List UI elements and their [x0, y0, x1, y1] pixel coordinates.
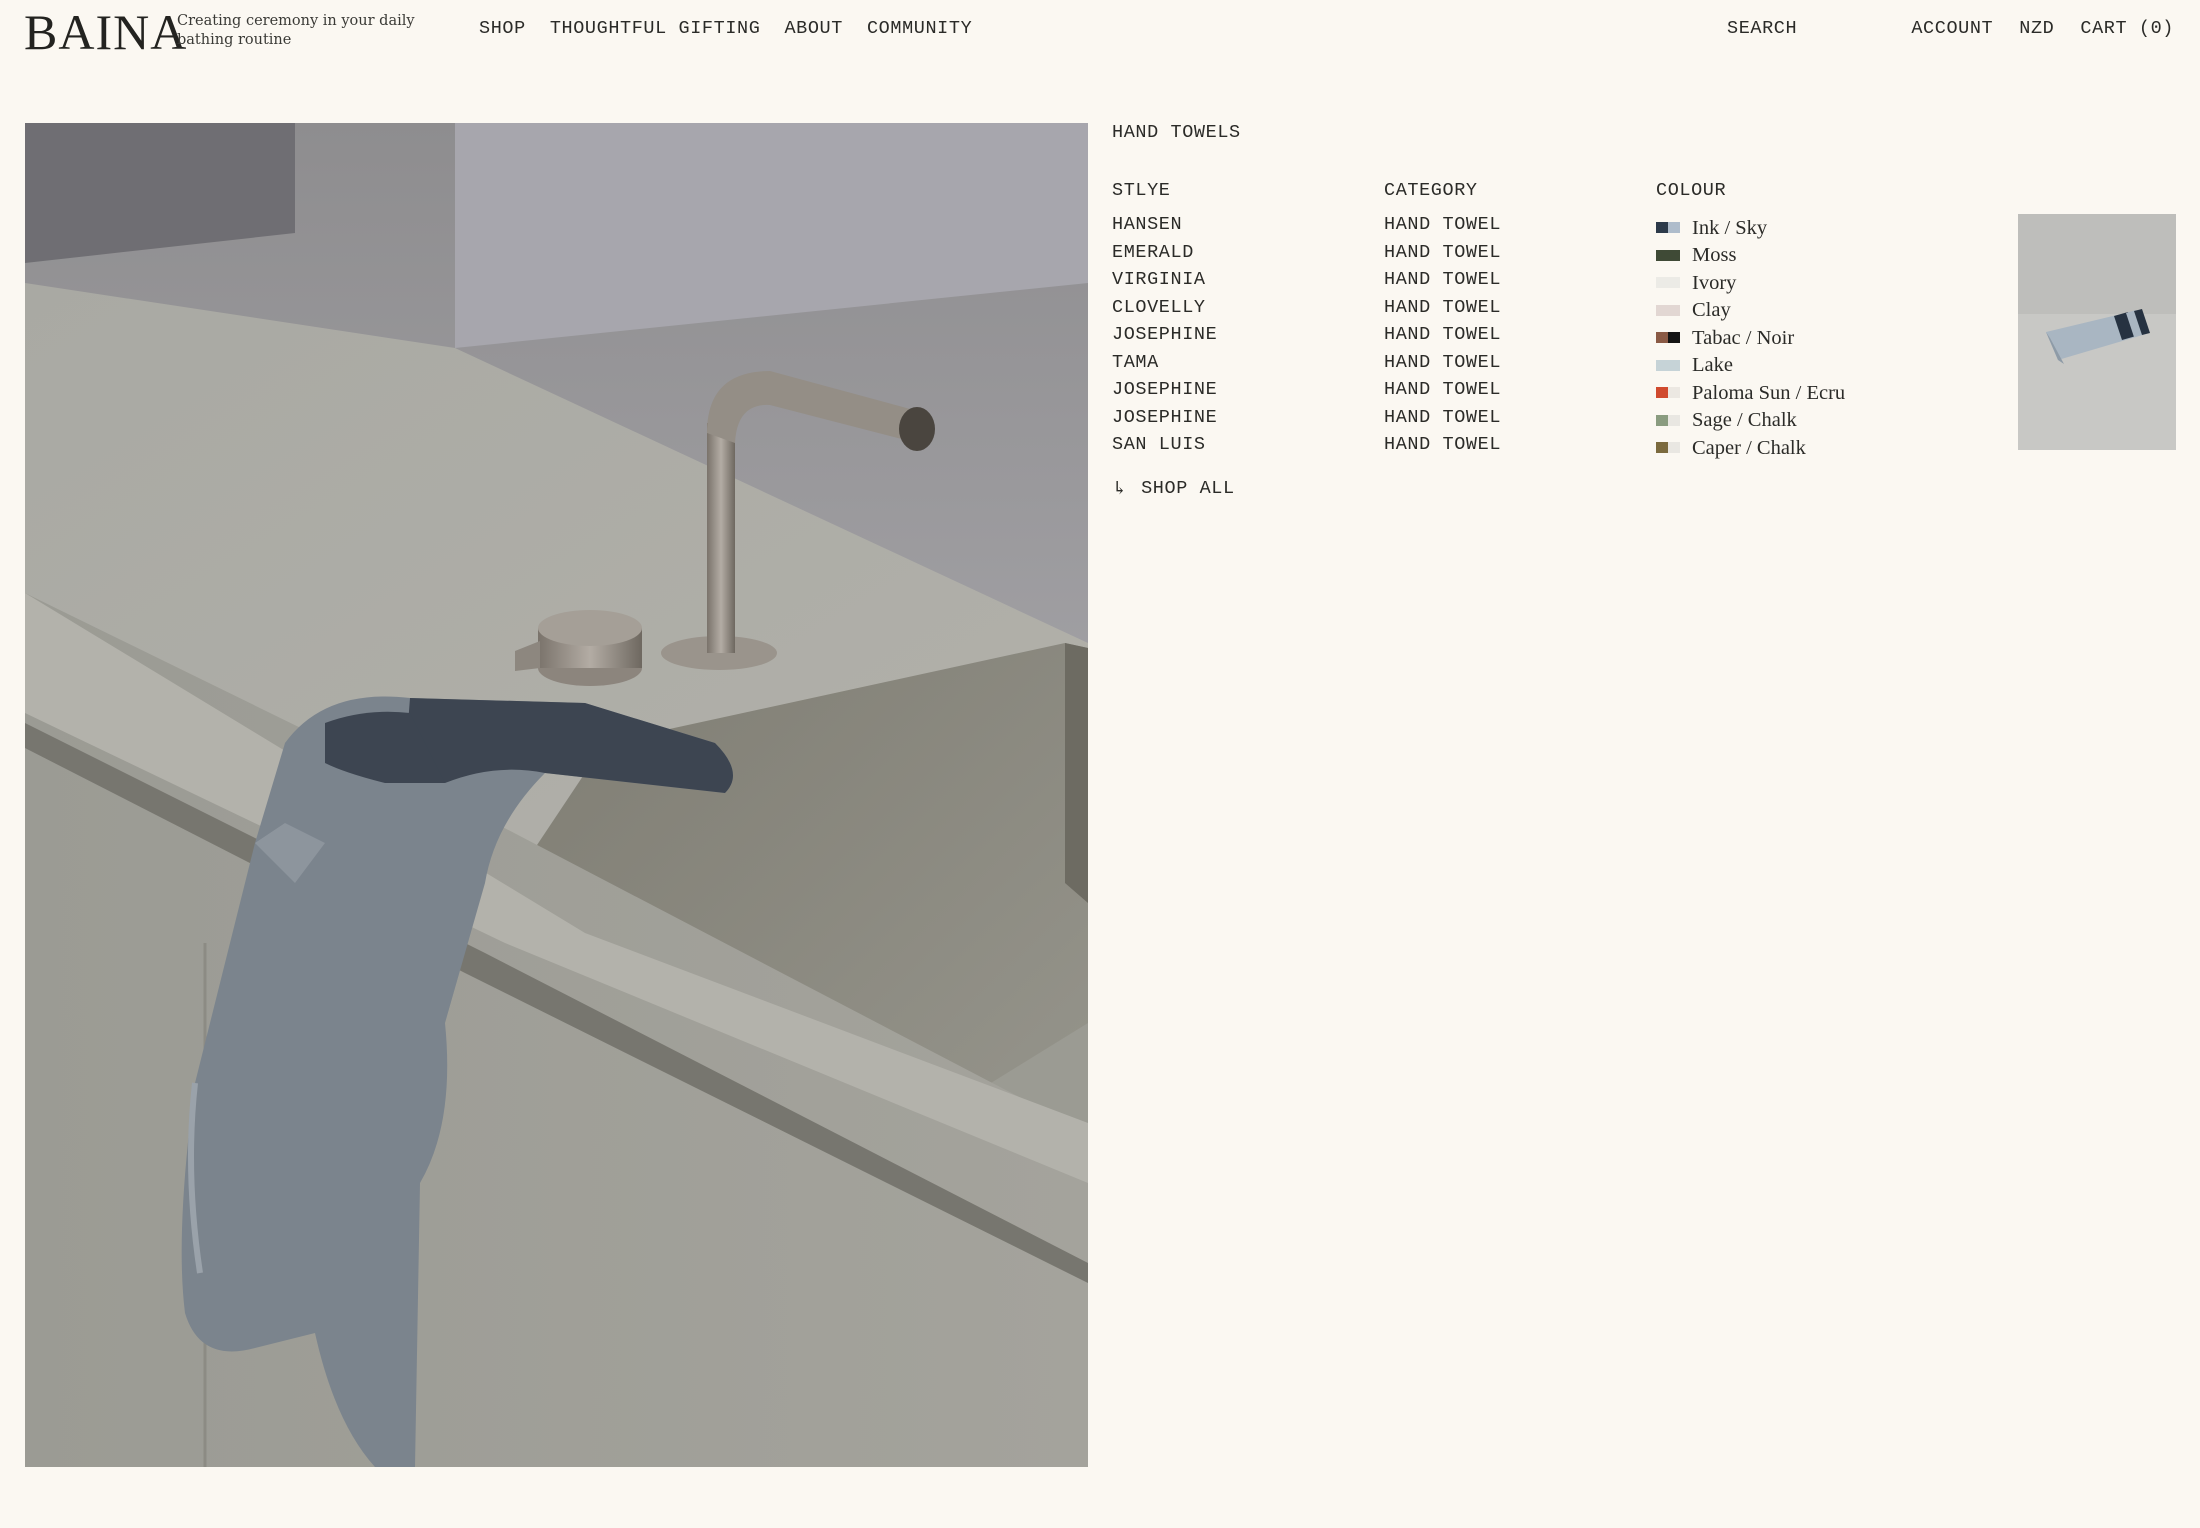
style-link[interactable]: EMERALD [1112, 242, 1217, 270]
colour-column: COLOUR Ink / Sky Moss Ivory Clay Tabac / Noi… [1656, 180, 1845, 462]
shop-all-label: SHOP ALL [1141, 478, 1235, 499]
category-link[interactable]: HAND TOWEL [1384, 379, 1501, 407]
thumbnail-illustration [2018, 214, 2176, 450]
category-link[interactable]: HAND TOWEL [1384, 434, 1501, 462]
colour-name: Ink / Sky [1692, 216, 1768, 239]
swatch-chip [1656, 332, 1668, 344]
category-link[interactable]: HAND TOWEL [1384, 352, 1501, 380]
colour-name: Ivory [1692, 271, 1737, 294]
colour-link[interactable]: Caper / Chalk [1656, 434, 1845, 462]
cart-link[interactable]: CART (0) [2080, 18, 2174, 39]
colour-name: Caper / Chalk [1692, 436, 1806, 459]
colour-link[interactable]: Paloma Sun / Ecru [1656, 379, 1845, 407]
main-nav: SHOP THOUGHTFUL GIFTING ABOUT COMMUNITY [479, 18, 972, 39]
swatch-chip [1656, 387, 1668, 399]
category-header: CATEGORY [1384, 180, 1478, 201]
colour-link[interactable]: Sage / Chalk [1656, 407, 1845, 435]
colour-swatch [1656, 442, 1680, 454]
swatch-chip [1668, 304, 1680, 316]
colour-swatch [1656, 249, 1680, 261]
nav-thoughtful-gifting[interactable]: THOUGHTFUL GIFTING [550, 18, 761, 39]
brand-tagline: Creating ceremony in your daily bathing … [177, 13, 415, 48]
colour-swatch [1656, 277, 1680, 289]
colour-link[interactable]: Tabac / Noir [1656, 324, 1845, 352]
colour-swatch [1656, 387, 1680, 399]
style-column: STLYE HANSEN EMERALD VIRGINIA CLOVELLY JOSEP… [1112, 180, 1217, 462]
colour-name: Lake [1692, 354, 1733, 377]
category-link[interactable]: HAND TOWEL [1384, 214, 1501, 242]
brand-logo[interactable]: BAINA [24, 4, 187, 60]
swatch-chip [1668, 387, 1680, 399]
swatch-chip [1656, 304, 1668, 316]
colour-link[interactable]: Ink / Sky [1656, 214, 1845, 242]
swatch-chip [1656, 277, 1668, 289]
colour-swatch [1656, 414, 1680, 426]
colour-name: Tabac / Noir [1692, 326, 1795, 349]
style-link[interactable]: HANSEN [1112, 214, 1217, 242]
colour-link[interactable]: Moss [1656, 242, 1845, 270]
colour-link[interactable]: Ivory [1656, 269, 1845, 297]
colour-list: Ink / Sky Moss Ivory Clay Tabac / Noir Lake Pa… [1656, 214, 1845, 462]
colour-swatch [1656, 222, 1680, 234]
currency-selector[interactable]: NZD [2019, 18, 2054, 39]
swatch-chip [1668, 332, 1680, 344]
colour-swatch [1656, 332, 1680, 344]
swatch-chip [1656, 222, 1668, 234]
category-list: HAND TOWEL HAND TOWEL HAND TOWEL HAND TOWEL… [1384, 214, 1501, 462]
colour-link[interactable]: Lake [1656, 352, 1845, 380]
category-link[interactable]: HAND TOWEL [1384, 269, 1501, 297]
swatch-chip [1656, 249, 1668, 261]
colour-name: Paloma Sun / Ecru [1692, 381, 1846, 404]
nav-about[interactable]: ABOUT [784, 18, 843, 39]
style-link[interactable]: JOSEPHINE [1112, 407, 1217, 435]
utility-nav: ACCOUNT NZD CART (0) [1911, 18, 2174, 39]
swatch-chip [1668, 249, 1680, 261]
swatch-chip [1668, 414, 1680, 426]
style-link[interactable]: SAN LUIS [1112, 434, 1217, 462]
style-link[interactable]: JOSEPHINE [1112, 379, 1217, 407]
swatch-chip [1656, 414, 1668, 426]
hero-image[interactable] [25, 123, 1088, 1467]
nav-shop[interactable]: SHOP [479, 18, 526, 39]
style-link[interactable]: TAMA [1112, 352, 1217, 380]
site-header: BAINA Creating ceremony in your daily ba… [0, 0, 2200, 64]
swatch-chip [1668, 442, 1680, 454]
search-link[interactable]: SEARCH [1727, 18, 1797, 39]
swatch-chip [1668, 277, 1680, 289]
swatch-chip [1668, 222, 1680, 234]
colour-name: Moss [1692, 244, 1737, 267]
colour-swatch [1656, 304, 1680, 316]
product-thumbnail[interactable] [2018, 214, 2176, 450]
style-link[interactable]: VIRGINIA [1112, 269, 1217, 297]
swatch-chip [1656, 442, 1668, 454]
colour-header: COLOUR [1656, 180, 1727, 201]
category-column: CATEGORY HAND TOWEL HAND TOWEL HAND TOWEL H… [1384, 180, 1501, 462]
menu-title: HAND TOWELS [1112, 122, 1241, 143]
shop-all-link[interactable]: ↳ SHOP ALL [1112, 478, 1235, 499]
swatch-chip [1656, 359, 1668, 371]
hero-photo-illustration [25, 123, 1088, 1467]
nav-community[interactable]: COMMUNITY [867, 18, 972, 39]
account-link[interactable]: ACCOUNT [1911, 18, 1993, 39]
colour-name: Clay [1692, 299, 1731, 322]
category-link[interactable]: HAND TOWEL [1384, 407, 1501, 435]
style-link[interactable]: CLOVELLY [1112, 297, 1217, 325]
style-header: STLYE [1112, 180, 1171, 201]
colour-swatch [1656, 359, 1680, 371]
colour-link[interactable]: Clay [1656, 297, 1845, 325]
style-list: HANSEN EMERALD VIRGINIA CLOVELLY JOSEPHINE TA… [1112, 214, 1217, 462]
category-link[interactable]: HAND TOWEL [1384, 242, 1501, 270]
category-link[interactable]: HAND TOWEL [1384, 297, 1501, 325]
colour-name: Sage / Chalk [1692, 409, 1797, 432]
category-link[interactable]: HAND TOWEL [1384, 324, 1501, 352]
style-link[interactable]: JOSEPHINE [1112, 324, 1217, 352]
arrow-down-right-icon: ↳ [1112, 478, 1128, 498]
swatch-chip [1668, 359, 1680, 371]
